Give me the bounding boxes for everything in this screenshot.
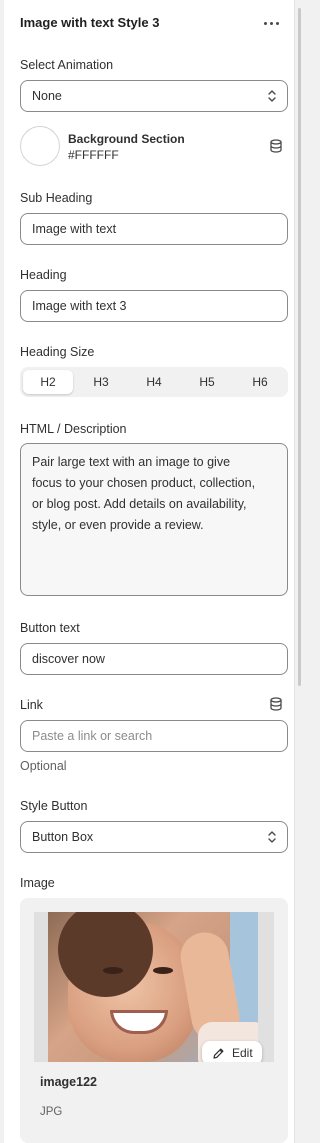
select-animation-label: Select Animation [20, 58, 114, 72]
image-thumbnail [48, 912, 258, 1062]
description-textarea[interactable]: Pair large text with an image to give fo… [20, 443, 288, 596]
heading-label: Heading [20, 268, 67, 282]
heading-size-segmented-control: H2 H3 H4 H5 H6 [20, 367, 288, 397]
settings-panel: Image with text Style 3 Select Animation… [4, 0, 295, 1143]
heading-size-option-h2[interactable]: H2 [23, 370, 73, 394]
select-animation-select[interactable]: None [20, 80, 288, 112]
heading-size-option-h4[interactable]: H4 [129, 370, 179, 394]
style-button-value: Button Box [32, 830, 94, 844]
link-input[interactable]: Paste a link or search [20, 720, 288, 752]
image-label: Image [20, 876, 55, 890]
panel-header: Image with text Style 3 [20, 14, 286, 34]
description-line: focus to your chosen product, collection… [32, 476, 256, 490]
more-horizontal-icon[interactable] [262, 14, 282, 32]
link-helper-text: Optional [20, 759, 67, 773]
image-preview[interactable]: Edit [34, 912, 274, 1062]
link-label: Link [20, 698, 43, 712]
description-line: or blog post. Add details on availabilit… [32, 497, 247, 511]
chevron-up-down-icon [268, 831, 276, 843]
image-picker-card: Edit image122 JPG [20, 898, 288, 1143]
select-animation-value: None [32, 89, 62, 103]
panel-title: Image with text Style 3 [20, 15, 160, 30]
description-line: style, or even provide a review. [32, 518, 204, 532]
sub-heading-label: Sub Heading [20, 191, 93, 205]
description-line: Pair large text with an image to give [32, 455, 231, 469]
button-text-input[interactable]: discover now [20, 643, 288, 675]
edit-image-button[interactable]: Edit [202, 1041, 262, 1062]
sub-heading-input[interactable]: Image with text [20, 213, 288, 245]
scrollbar[interactable] [298, 8, 301, 686]
heading-size-label: Heading Size [20, 345, 95, 359]
image-file-name: image122 [40, 1075, 97, 1089]
background-color-swatch[interactable] [20, 126, 60, 166]
style-button-select[interactable]: Button Box [20, 821, 288, 853]
heading-size-option-h3[interactable]: H3 [76, 370, 126, 394]
pencil-icon [213, 1048, 224, 1059]
heading-input[interactable]: Image with text 3 [20, 290, 288, 322]
database-icon[interactable] [269, 139, 283, 153]
style-button-label: Style Button [20, 799, 88, 813]
image-file-type: JPG [40, 1106, 63, 1118]
background-section-value: #FFFFFF [68, 148, 119, 162]
chevron-up-down-icon [268, 90, 276, 102]
description-label: HTML / Description [20, 422, 127, 436]
database-icon[interactable] [269, 697, 283, 711]
background-section-title: Background Section [68, 132, 185, 146]
button-text-label: Button text [20, 621, 80, 635]
heading-size-option-h5[interactable]: H5 [182, 370, 232, 394]
heading-size-option-h6[interactable]: H6 [235, 370, 285, 394]
edit-image-label: Edit [232, 1046, 253, 1060]
